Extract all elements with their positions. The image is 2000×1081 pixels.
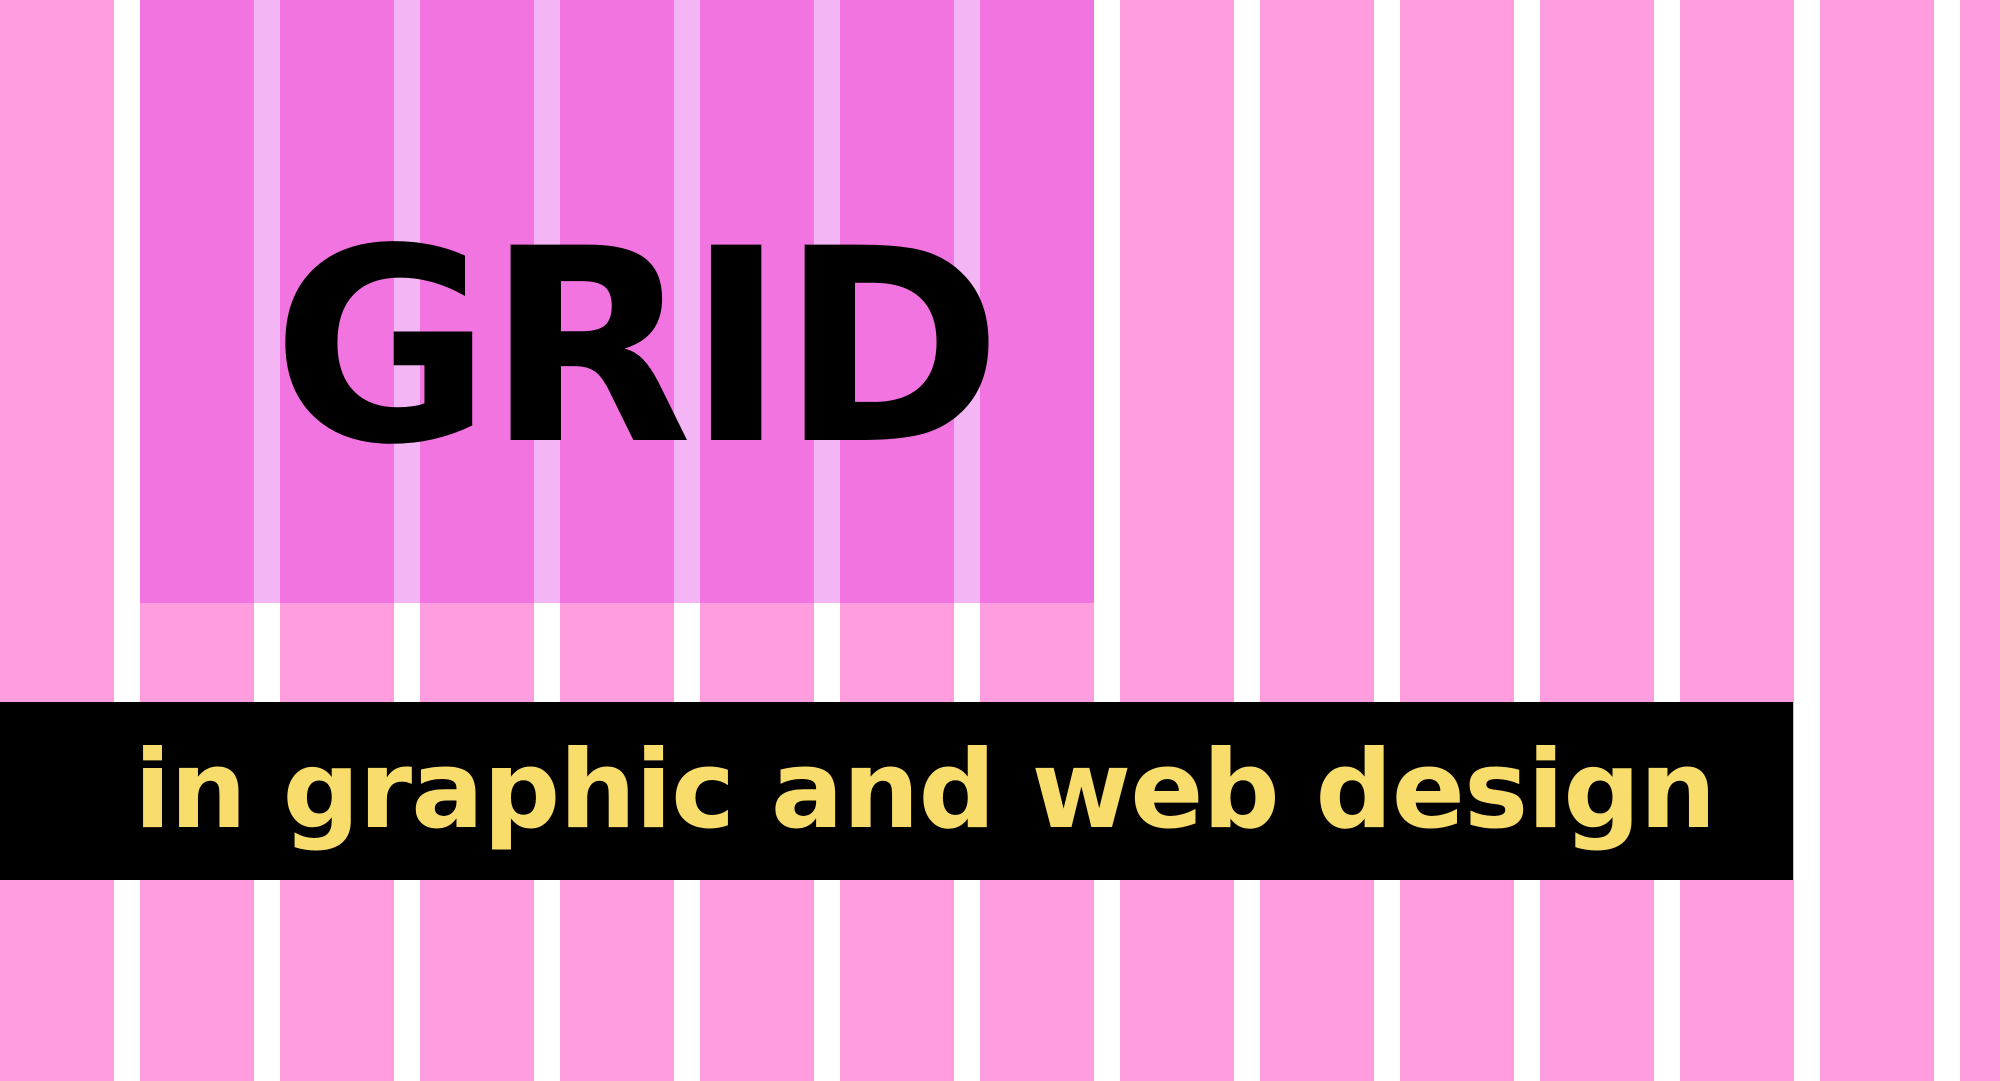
grid-column [1120, 0, 1234, 1081]
poster-canvas: GRID in graphic and web design [0, 0, 2000, 1081]
grid-column [1680, 0, 1794, 1081]
poster-title: GRID [272, 192, 1003, 504]
grid-column [1400, 0, 1514, 1081]
grid-column [1960, 0, 2000, 1081]
subtitle-band: in graphic and web design [0, 702, 1793, 880]
grid-column [1540, 0, 1654, 1081]
grid-column [0, 0, 114, 1081]
grid-column [1260, 0, 1374, 1081]
poster-subtitle: in graphic and web design [134, 728, 1716, 853]
grid-column [1820, 0, 1934, 1081]
